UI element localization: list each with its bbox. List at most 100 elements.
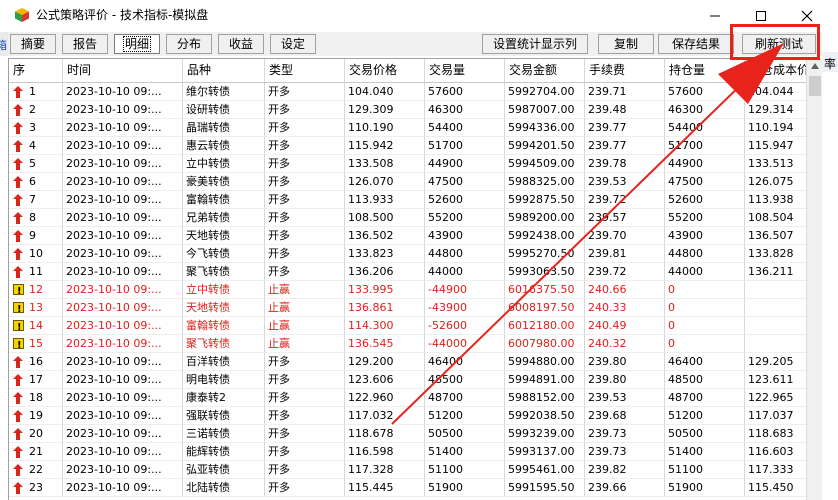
col-header-amount[interactable]: 交易金额	[505, 59, 585, 82]
table-row[interactable]: 1 2023-10-10 09:... 维尔转债 开多 104.040 57600 5992…	[9, 83, 806, 101]
cell-time: 2023-10-10 09:...	[63, 317, 183, 335]
maximize-button[interactable]	[738, 0, 784, 31]
background-window-fragment: 箱	[0, 32, 8, 56]
cell-name: 维尔转债	[183, 83, 265, 101]
table-row[interactable]: 18 2023-10-10 09:... 康泰转2 开多 122.960 48700 598…	[9, 389, 806, 407]
tab-report[interactable]: 报告	[62, 34, 108, 54]
cell-cost: 129.205	[745, 353, 806, 371]
cell-seq: ! 14	[9, 317, 63, 335]
table-row[interactable]: 5 2023-10-10 09:... 立中转债 开多 133.508 44900 5994…	[9, 155, 806, 173]
warning-icon: !	[13, 320, 24, 333]
seq-number: 7	[29, 193, 36, 206]
cell-price: 136.206	[345, 263, 425, 281]
table-row[interactable]: 4 2023-10-10 09:... 惠云转债 开多 115.942 51700 5994…	[9, 137, 806, 155]
col-header-volume[interactable]: 交易量	[425, 59, 505, 82]
col-header-fee[interactable]: 手续费	[585, 59, 665, 82]
cell-position: 46400	[665, 353, 745, 371]
col-header-seq[interactable]: 序	[9, 59, 63, 82]
cell-cost: 122.965	[745, 389, 806, 407]
set-stat-columns-button[interactable]: 设置统计显示列	[482, 34, 588, 54]
close-button[interactable]	[784, 0, 830, 31]
cell-position: 43900	[665, 227, 745, 245]
col-header-name[interactable]: 品种	[183, 59, 265, 82]
table-row[interactable]: 8 2023-10-10 09:... 兄弟转债 开多 108.500 55200 5989…	[9, 209, 806, 227]
close-icon	[801, 10, 813, 21]
cell-seq: 19	[9, 407, 63, 425]
cell-name: 聚飞转债	[183, 263, 265, 281]
cell-position: 51100	[665, 461, 745, 479]
col-header-price[interactable]: 交易价格	[345, 59, 425, 82]
up-arrow-icon	[13, 374, 23, 386]
tab-returns[interactable]: 收益	[218, 34, 264, 54]
cell-seq: 8	[9, 209, 63, 227]
col-header-cost[interactable]: 持仓成本价	[745, 59, 806, 82]
up-arrow-icon	[13, 86, 23, 98]
table-row[interactable]: 2 2023-10-10 09:... 设研转债 开多 129.309 46300 5987…	[9, 101, 806, 119]
table-row[interactable]: ! 13 2023-10-10 09:... 天地转债 止赢 136.861 -43900 6…	[9, 299, 806, 317]
cell-time: 2023-10-10 09:...	[63, 461, 183, 479]
cell-position: 44800	[665, 245, 745, 263]
cell-fee: 239.68	[585, 407, 665, 425]
cell-time: 2023-10-10 09:...	[63, 389, 183, 407]
cell-time: 2023-10-10 09:...	[63, 245, 183, 263]
up-arrow-icon	[13, 140, 23, 152]
cell-type: 开多	[265, 371, 345, 389]
table-row[interactable]: ! 15 2023-10-10 09:... 聚飞转债 止赢 136.545 -44000 6…	[9, 335, 806, 353]
cell-volume: 46300	[425, 101, 505, 119]
table-row[interactable]: 21 2023-10-10 09:... 能辉转债 开多 116.598 51400 599…	[9, 443, 806, 461]
cell-price: 136.502	[345, 227, 425, 245]
table-row[interactable]: 11 2023-10-10 09:... 聚飞转债 开多 136.206 44000 599…	[9, 263, 806, 281]
col-header-type[interactable]: 类型	[265, 59, 345, 82]
cell-type: 开多	[265, 227, 345, 245]
seq-number: 12	[29, 283, 43, 296]
save-result-button[interactable]: 保存结果	[658, 34, 734, 54]
col-header-position[interactable]: 持仓量	[665, 59, 745, 82]
cell-cost: 110.194	[745, 119, 806, 137]
cell-cost: 136.211	[745, 263, 806, 281]
table-row[interactable]: 22 2023-10-10 09:... 弘亚转债 开多 117.328 51100 599…	[9, 461, 806, 479]
cell-position: 55200	[665, 209, 745, 227]
scroll-up-button[interactable]	[807, 58, 823, 74]
cell-fee: 239.77	[585, 137, 665, 155]
cell-price: 114.300	[345, 317, 425, 335]
cell-seq: 2	[9, 101, 63, 119]
up-arrow-icon	[13, 212, 23, 224]
tab-details-label: 明细	[122, 36, 151, 52]
minimize-button[interactable]	[692, 0, 738, 31]
table-row[interactable]: 16 2023-10-10 09:... 百洋转债 开多 129.200 46400 599…	[9, 353, 806, 371]
table-row[interactable]: 6 2023-10-10 09:... 豪美转债 开多 126.070 47500 5988…	[9, 173, 806, 191]
cell-name: 能辉转债	[183, 443, 265, 461]
table-row[interactable]: 23 2023-10-10 09:... 北陆转债 开多 115.445 51900 599…	[9, 479, 806, 497]
table-row[interactable]: 10 2023-10-10 09:... 今飞转债 开多 133.823 44800 599…	[9, 245, 806, 263]
cell-type: 开多	[265, 155, 345, 173]
tab-distribution[interactable]: 分布	[166, 34, 212, 54]
tab-details[interactable]: 明细	[114, 34, 160, 54]
tab-settings[interactable]: 设定	[270, 34, 316, 54]
cell-amount: 5994891.00	[505, 371, 585, 389]
cell-volume: 43900	[425, 227, 505, 245]
cell-price: 133.508	[345, 155, 425, 173]
background-window-fragment-right: 率	[822, 52, 838, 72]
table-row[interactable]: 7 2023-10-10 09:... 富翰转债 开多 113.933 52600 5992…	[9, 191, 806, 209]
cell-time: 2023-10-10 09:...	[63, 443, 183, 461]
table-row[interactable]: ! 14 2023-10-10 09:... 富翰转债 止赢 114.300 -52600 6…	[9, 317, 806, 335]
table-row[interactable]: ! 12 2023-10-10 09:... 立中转债 止赢 133.995 -44900 6…	[9, 281, 806, 299]
table-row[interactable]: 19 2023-10-10 09:... 强联转债 开多 117.032 51200 599…	[9, 407, 806, 425]
table-row[interactable]: 20 2023-10-10 09:... 三诺转债 开多 118.678 50500 599…	[9, 425, 806, 443]
cell-fee: 239.66	[585, 479, 665, 497]
col-header-time[interactable]: 时间	[63, 59, 183, 82]
up-arrow-icon	[13, 464, 23, 476]
cell-fee: 240.33	[585, 299, 665, 317]
table-row[interactable]: 3 2023-10-10 09:... 晶瑞转债 开多 110.190 54400 5994…	[9, 119, 806, 137]
copy-button[interactable]: 复制	[598, 34, 654, 54]
tab-summary[interactable]: 摘要	[10, 34, 56, 54]
table-row[interactable]: 9 2023-10-10 09:... 天地转债 开多 136.502 43900 5992…	[9, 227, 806, 245]
vertical-scrollbar[interactable]	[806, 58, 822, 500]
table-row[interactable]: 17 2023-10-10 09:... 明电转债 开多 123.606 48500 599…	[9, 371, 806, 389]
cell-name: 立中转债	[183, 155, 265, 173]
cell-amount: 5995270.50	[505, 245, 585, 263]
seq-number: 17	[29, 373, 43, 386]
cell-seq: 6	[9, 173, 63, 191]
refresh-test-button[interactable]: 刷新测试	[742, 34, 816, 54]
scrollbar-thumb[interactable]	[809, 76, 821, 96]
